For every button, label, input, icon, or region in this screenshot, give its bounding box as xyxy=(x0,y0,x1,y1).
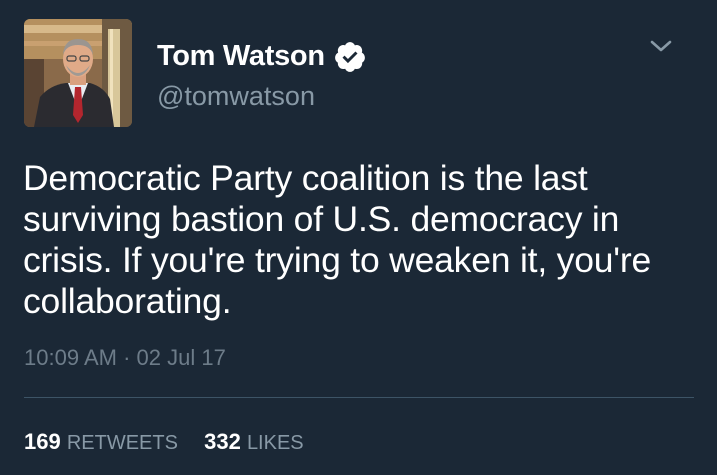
retweets-count: 169 xyxy=(24,429,61,454)
likes-label: LIKES xyxy=(246,432,304,454)
tweet-stats: 169 RETWEETS 332 LIKES xyxy=(24,428,304,457)
avatar-photo xyxy=(24,19,132,127)
tweet-time: 10:09 AM xyxy=(24,345,117,370)
likes-count: 332 xyxy=(204,429,241,454)
tweet-text-line: collaborating. xyxy=(23,281,232,321)
tweet-card: Tom Watson @tomwatson Democratic Party c… xyxy=(0,0,717,475)
retweets-label: RETWEETS xyxy=(66,432,178,454)
timestamp-separator: · xyxy=(123,345,131,370)
tweet-date: 02 Jul 17 xyxy=(136,345,226,370)
author-handle[interactable]: @tomwatson xyxy=(157,78,315,114)
likes-stat[interactable]: 332 LIKES xyxy=(204,428,304,457)
retweets-stat[interactable]: 169 RETWEETS xyxy=(24,428,178,457)
tweet-text-line: surviving bastion of U.S. democracy in xyxy=(23,199,620,239)
tweet-text-line: Democratic Party coalition is the last xyxy=(23,158,588,198)
verified-badge-icon xyxy=(335,42,365,72)
author-name[interactable]: Tom Watson xyxy=(157,36,325,76)
chevron-down-icon[interactable] xyxy=(646,34,676,58)
tweet-timestamp[interactable]: 10:09 AM · 02 Jul 17 xyxy=(24,343,226,373)
tweet-text: Democratic Party coalition is the last s… xyxy=(23,158,703,322)
tweet-text-line: crisis. If you're trying to weaken it, y… xyxy=(23,240,652,280)
divider xyxy=(24,397,694,398)
avatar[interactable] xyxy=(24,19,132,127)
